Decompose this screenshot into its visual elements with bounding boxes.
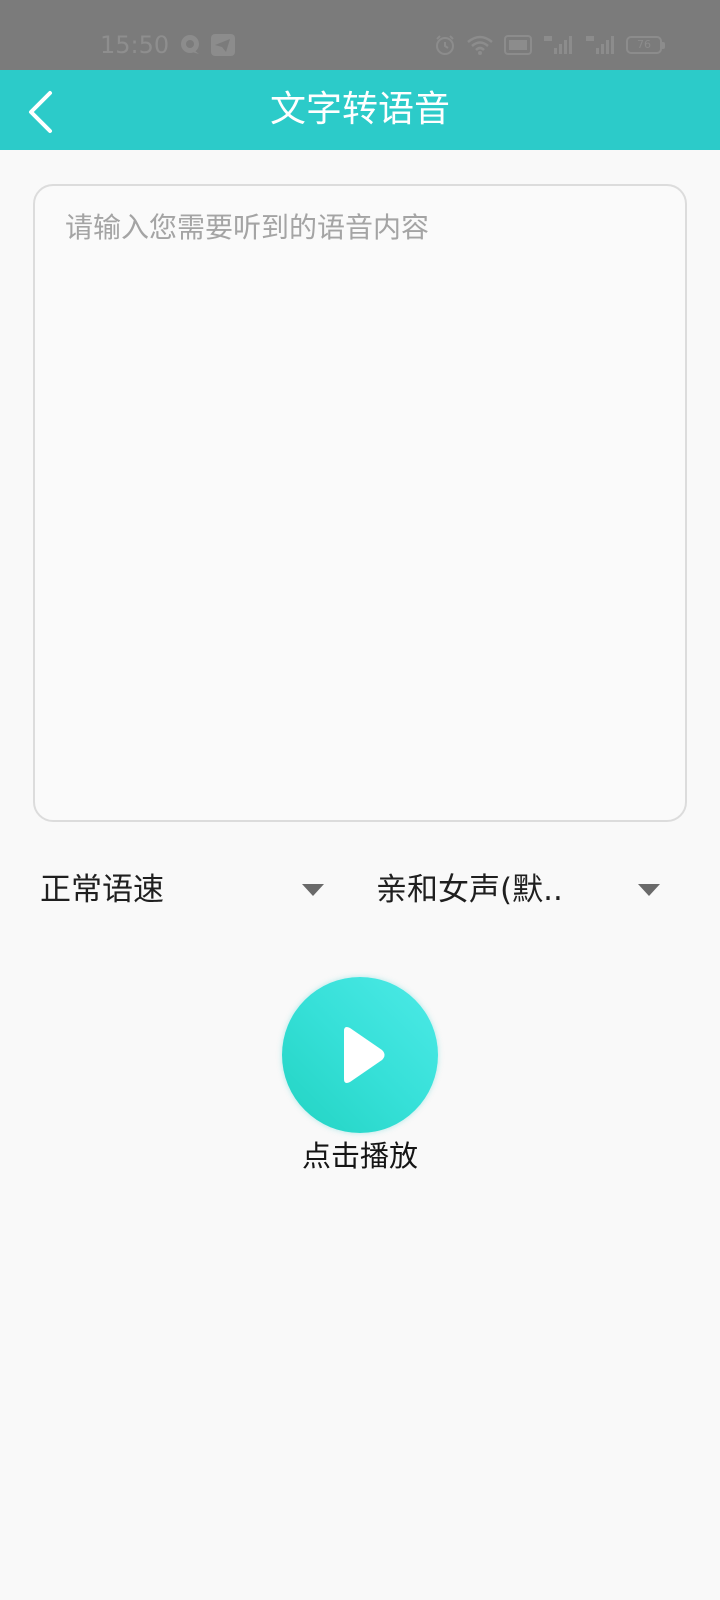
wifi-icon — [466, 34, 494, 56]
status-indicators: 76 — [434, 32, 665, 58]
status-bar: 15:50 76 — [0, 0, 720, 70]
dropdown-arrow-icon — [638, 884, 660, 896]
title-bar: 文字转语音 — [0, 70, 720, 150]
status-time: 15:50 — [100, 31, 170, 59]
page-title: 文字转语音 — [269, 89, 450, 130]
play-label: 点击播放 — [301, 1139, 418, 1173]
play-icon — [344, 1027, 385, 1083]
voice-dropdown[interactable]: 亲和女声(默.. — [376, 860, 660, 920]
speech-text-input[interactable] — [33, 184, 687, 822]
chat-bubble-icon — [178, 33, 204, 57]
speed-dropdown[interactable]: 正常语速 — [40, 860, 324, 920]
battery-icon: 76 — [626, 36, 665, 54]
voice-dropdown-label: 亲和女声(默.. — [376, 872, 563, 908]
play-button[interactable] — [282, 977, 438, 1133]
telegram-icon — [210, 33, 236, 57]
signal-5g-icon — [584, 34, 616, 56]
dropdown-arrow-icon — [302, 884, 324, 896]
alarm-icon — [434, 34, 456, 56]
speed-dropdown-label: 正常语速 — [40, 872, 164, 908]
hd-icon — [504, 35, 532, 55]
signal-4g-icon — [542, 34, 574, 56]
